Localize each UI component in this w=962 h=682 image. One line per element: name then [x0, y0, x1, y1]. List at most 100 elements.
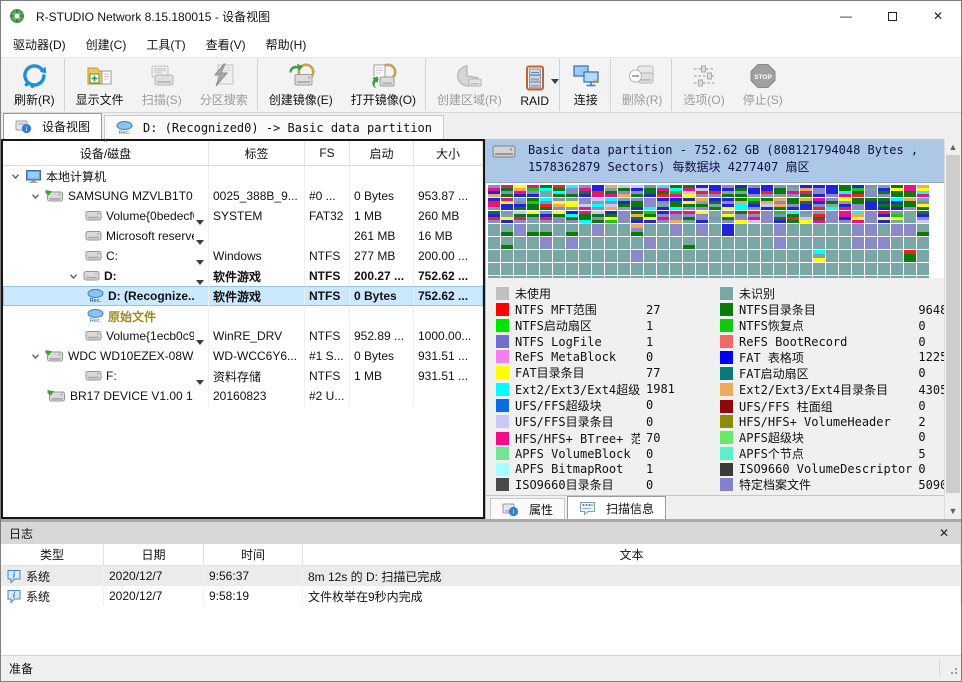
- column-header-label[interactable]: 标签: [209, 141, 305, 165]
- scan-block[interactable]: [904, 224, 916, 236]
- scan-block[interactable]: [683, 250, 695, 262]
- scan-block[interactable]: [748, 185, 760, 197]
- scan-block[interactable]: [631, 237, 643, 249]
- scan-block[interactable]: [904, 211, 916, 223]
- column-header-size[interactable]: 大小: [414, 141, 483, 165]
- scan-block[interactable]: [657, 224, 669, 236]
- scan-block[interactable]: [618, 263, 630, 275]
- toolbar-button[interactable]: 打开镜像(O): [342, 59, 426, 111]
- scan-block[interactable]: [501, 237, 513, 249]
- scan-block[interactable]: [670, 211, 682, 223]
- scan-block[interactable]: [709, 198, 721, 210]
- scan-block[interactable]: [852, 263, 864, 275]
- scan-block[interactable]: [566, 263, 578, 275]
- scan-block[interactable]: [657, 263, 669, 275]
- chevron-down-icon[interactable]: [196, 334, 204, 346]
- scan-block[interactable]: [813, 211, 825, 223]
- close-button[interactable]: ✕: [915, 1, 961, 31]
- scan-block[interactable]: [501, 224, 513, 236]
- table-row[interactable]: BR17 DEVICE V1.00 1.... 20160823 #2 U...: [3, 386, 483, 406]
- resize-grip[interactable]: [948, 664, 958, 678]
- menu-item[interactable]: 工具(T): [136, 32, 195, 57]
- scan-block-map[interactable]: [486, 183, 944, 278]
- scan-block[interactable]: [631, 263, 643, 275]
- scan-block[interactable]: [839, 237, 851, 249]
- scan-block[interactable]: [592, 211, 604, 223]
- scan-block[interactable]: [748, 263, 760, 275]
- scan-block[interactable]: [488, 198, 500, 210]
- table-row[interactable]: WDC WD10EZEX-08W... WD-WCC6Y6... #1 S...…: [3, 346, 483, 366]
- scan-block[interactable]: [735, 185, 747, 197]
- scan-block[interactable]: [826, 250, 838, 262]
- scan-block[interactable]: [917, 211, 929, 223]
- scan-block[interactable]: [657, 250, 669, 262]
- scan-block[interactable]: [527, 211, 539, 223]
- scan-block[interactable]: [839, 185, 851, 197]
- scan-block[interactable]: [852, 250, 864, 262]
- scan-block[interactable]: [514, 198, 526, 210]
- scan-block[interactable]: [722, 263, 734, 275]
- scan-block[interactable]: [566, 237, 578, 249]
- scan-block[interactable]: [605, 237, 617, 249]
- scan-block[interactable]: [774, 185, 786, 197]
- scan-block[interactable]: [683, 211, 695, 223]
- scan-block[interactable]: [735, 263, 747, 275]
- toolbar-button[interactable]: 刷新(R): [5, 59, 65, 111]
- chevron-down-icon[interactable]: [196, 234, 204, 246]
- scan-block[interactable]: [579, 185, 591, 197]
- chevron-down-icon[interactable]: [196, 214, 204, 226]
- scan-block[interactable]: [865, 198, 877, 210]
- log-row[interactable]: i 系统 2020/12/7 9:56:37 8m 12s 的 D: 扫描已完成: [1, 566, 961, 586]
- scan-block[interactable]: [787, 224, 799, 236]
- scan-block[interactable]: [878, 198, 890, 210]
- log-column-text[interactable]: 文本: [303, 544, 961, 565]
- scan-block[interactable]: [579, 224, 591, 236]
- tab[interactable]: i 设备视图: [3, 113, 102, 139]
- vertical-scrollbar[interactable]: ▲ ▼: [944, 139, 961, 519]
- scan-block[interactable]: [631, 185, 643, 197]
- log-column-type[interactable]: 类型: [1, 544, 104, 565]
- scan-block[interactable]: [696, 211, 708, 223]
- log-column-date[interactable]: 日期: [104, 544, 204, 565]
- scan-block[interactable]: [709, 185, 721, 197]
- scan-block[interactable]: [527, 185, 539, 197]
- scan-block[interactable]: [839, 250, 851, 262]
- column-header-fs[interactable]: FS: [305, 141, 350, 165]
- scan-block[interactable]: [826, 237, 838, 249]
- scan-block[interactable]: [631, 224, 643, 236]
- scan-block[interactable]: [709, 237, 721, 249]
- scan-block[interactable]: [514, 263, 526, 275]
- scan-block[interactable]: [735, 237, 747, 249]
- chevron-down-icon[interactable]: [551, 73, 559, 87]
- scan-block[interactable]: [761, 237, 773, 249]
- table-row[interactable]: C: Windows NTFS 277 MB 200.00 ...: [3, 246, 483, 266]
- scan-block[interactable]: [488, 211, 500, 223]
- scan-block[interactable]: [891, 263, 903, 275]
- scan-block[interactable]: [540, 185, 552, 197]
- scan-block[interactable]: [488, 185, 500, 197]
- scan-block[interactable]: [761, 224, 773, 236]
- scan-block[interactable]: [917, 250, 929, 262]
- scan-block[interactable]: [722, 211, 734, 223]
- scan-block[interactable]: [514, 211, 526, 223]
- scan-block[interactable]: [904, 250, 916, 262]
- scan-block[interactable]: [904, 237, 916, 249]
- scan-block[interactable]: [813, 237, 825, 249]
- scan-block[interactable]: [826, 211, 838, 223]
- scan-block[interactable]: [514, 185, 526, 197]
- scan-block[interactable]: [540, 211, 552, 223]
- scan-block[interactable]: [605, 185, 617, 197]
- scan-block[interactable]: [644, 185, 656, 197]
- table-row[interactable]: F: 资料存储 NTFS 1 MB 931.51 ...: [3, 366, 483, 386]
- chevron-down-icon[interactable]: [196, 254, 204, 266]
- scan-block[interactable]: [488, 250, 500, 262]
- scan-block[interactable]: [631, 211, 643, 223]
- scan-block[interactable]: [748, 237, 760, 249]
- scan-block[interactable]: [501, 185, 513, 197]
- scan-block[interactable]: [618, 237, 630, 249]
- scan-block[interactable]: [618, 224, 630, 236]
- scan-block[interactable]: [579, 263, 591, 275]
- scrollbar-track[interactable]: [945, 155, 961, 503]
- scan-block[interactable]: [644, 263, 656, 275]
- scan-block[interactable]: [800, 198, 812, 210]
